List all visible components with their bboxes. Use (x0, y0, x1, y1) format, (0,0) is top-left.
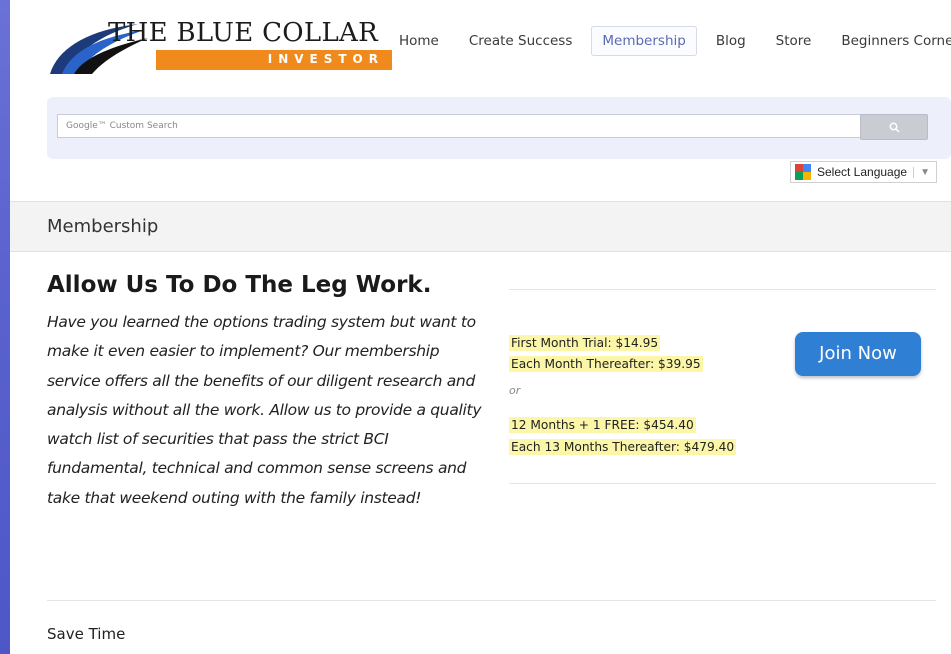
chevron-down-icon: ▼ (913, 166, 930, 178)
divider (509, 289, 936, 290)
join-now-button[interactable]: Join Now (795, 332, 921, 376)
language-label: Select Language (817, 165, 908, 179)
nav-store[interactable]: Store (765, 26, 823, 56)
content-paragraph: Have you learned the options trading sys… (47, 313, 482, 507)
annual-text: 12 Months + 1 FREE: $454.40 (509, 417, 696, 433)
page: THE BLUE COLLAR INVESTOR Home Create Suc… (10, 0, 951, 654)
main-nav: Home Create Success Membership Blog Stor… (388, 26, 951, 56)
divider (509, 483, 936, 484)
page-title-band: Membership (10, 201, 951, 252)
monthly-trial-text: First Month Trial: $14.95 (509, 335, 661, 351)
search-button[interactable] (860, 114, 928, 140)
or-text: or (509, 384, 521, 397)
search-input[interactable]: Google™ Custom Search (57, 114, 865, 138)
annual-after-price: Each 13 Months Thereafter: $479.40 (509, 439, 737, 455)
content-heading: Allow Us To Do The Leg Work. (47, 272, 432, 298)
annual-price: 12 Months + 1 FREE: $454.40 (509, 417, 696, 433)
nav-create-success[interactable]: Create Success (458, 26, 584, 56)
page-title: Membership (47, 216, 159, 237)
nav-membership[interactable]: Membership (591, 26, 697, 56)
section-title-save-time: Save Time (47, 625, 126, 643)
nav-beginners-corner[interactable]: Beginners Corner (830, 26, 951, 56)
logo-title: THE BLUE COLLAR (108, 18, 378, 48)
site-logo[interactable]: THE BLUE COLLAR INVESTOR (48, 18, 392, 76)
monthly-trial-price: First Month Trial: $14.95 (509, 335, 661, 351)
monthly-after-price: Each Month Thereafter: $39.95 (509, 356, 703, 372)
nav-blog[interactable]: Blog (705, 26, 757, 56)
search-panel: Google™ Custom Search (47, 97, 951, 159)
annual-after-text: Each 13 Months Thereafter: $479.40 (509, 439, 737, 455)
monthly-after-text: Each Month Thereafter: $39.95 (509, 356, 703, 372)
google-translate-icon (795, 164, 811, 180)
logo-subtitle: INVESTOR (267, 52, 384, 66)
logo-orange-bar: INVESTOR (156, 50, 392, 70)
nav-home[interactable]: Home (388, 26, 450, 56)
language-select[interactable]: Select Language ▼ (790, 161, 937, 183)
divider (47, 600, 936, 601)
search-icon (889, 122, 900, 133)
